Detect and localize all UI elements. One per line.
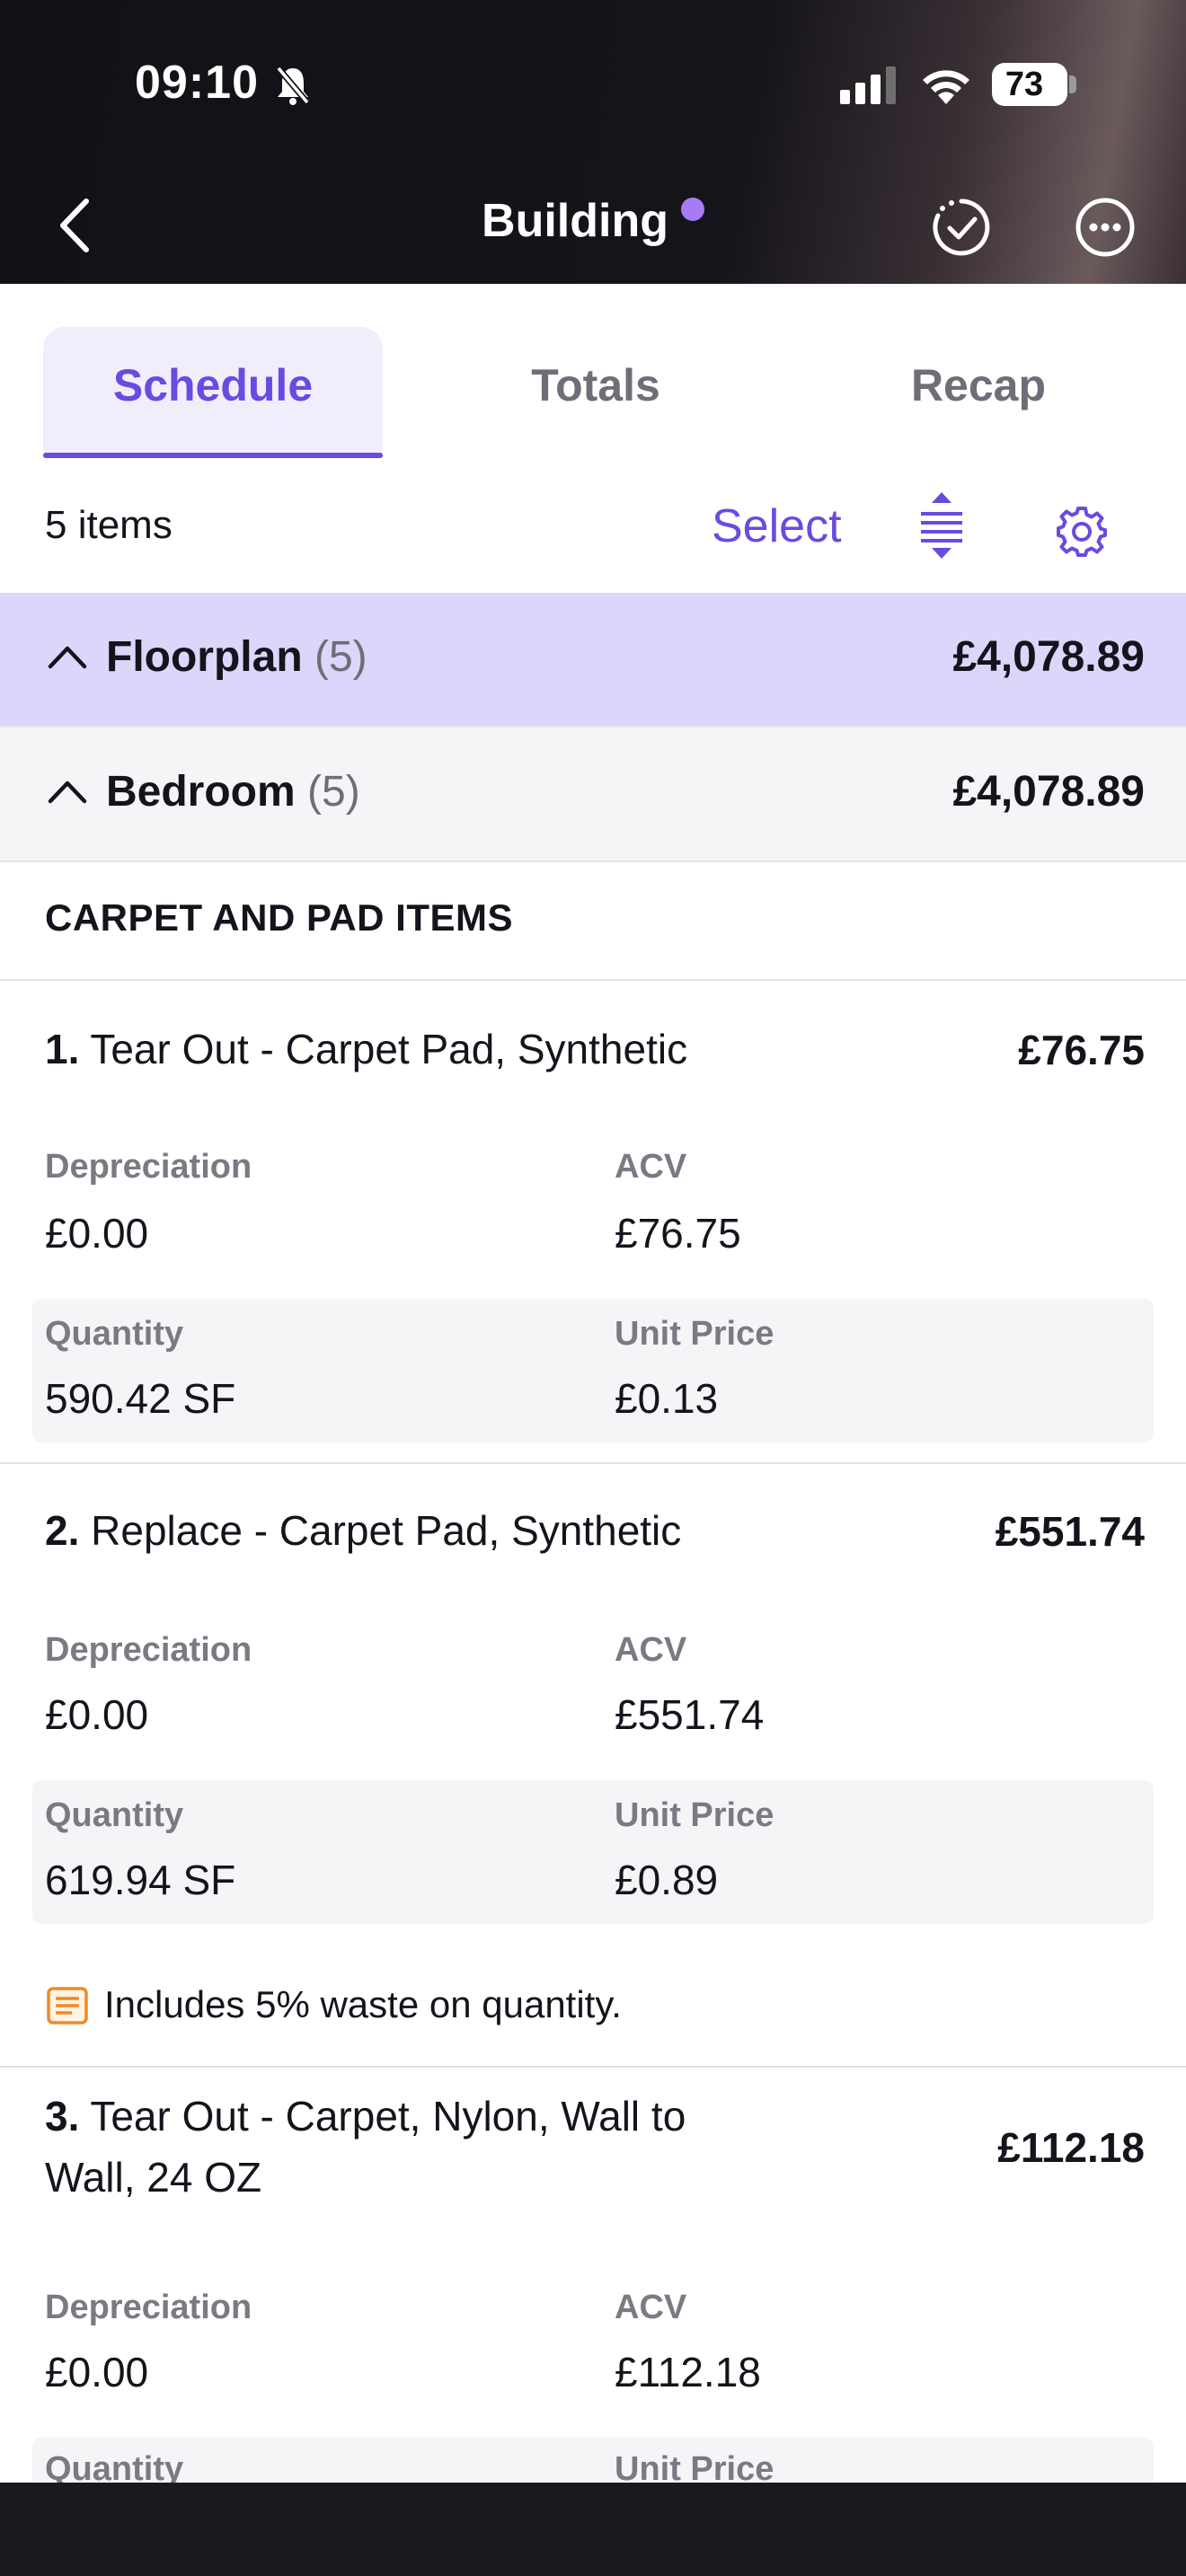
quantity-label: Quantity [45,1796,184,1834]
battery-tip [1069,75,1076,93]
battery-level: 73 [1005,66,1044,103]
unsaved-dot [680,198,704,221]
chevron-up-icon [48,781,87,804]
more-icon[interactable] [1074,196,1137,259]
tab-schedule[interactable]: Schedule [43,327,383,458]
acv-value: £551.74 [615,1691,765,1738]
unit-price-label: Unit Price [615,1796,774,1834]
item-number: 2. [45,1507,80,1554]
sort-icon[interactable] [912,490,971,560]
item-note: Includes 5% waste on quantity. [104,1983,622,2025]
line-item[interactable]: 1. Tear Out - Carpet Pad, Synthetic £76.… [0,981,1186,1462]
acv-label: ACV [615,1148,687,1186]
cellular-signal-icon [840,66,896,104]
quantity-value: 619.94 SF [45,1857,236,1903]
group-count: (5) [307,768,360,816]
item-description: 1. Tear Out - Carpet Pad, Synthetic [45,1019,746,1080]
item-desc-text: Replace - Carpet Pad, Synthetic [91,1507,682,1554]
tab-totals[interactable]: Totals [426,327,766,458]
item-desc-text: Tear Out - Carpet, Nylon, Wall to Wall, … [45,2093,686,2201]
acv-label: ACV [615,1631,687,1669]
note-icon [47,1987,88,2025]
unit-price-value: £0.89 [615,1857,719,1903]
item-number: 3. [45,2093,80,2139]
list-toolbar: 5 items Select [0,458,1186,591]
item-total: £112.18 [997,2124,1145,2171]
bell-slash-icon [276,66,310,105]
acv-value: £76.75 [615,1210,741,1257]
settings-gear-icon[interactable] [1055,505,1109,559]
wifi-icon [923,70,969,104]
line-item[interactable]: 2. Replace - Carpet Pad, Synthetic £551.… [0,1464,1186,2066]
group-title: Floorplan (5) [106,632,367,682]
page-title-text: Building [482,195,668,247]
group-count: (5) [314,633,367,681]
item-desc-text: Tear Out - Carpet Pad, Synthetic [90,1026,688,1072]
status-time: 09:10 [135,57,259,109]
depreciation-value: £0.00 [45,2349,149,2395]
unit-price-label: Unit Price [615,1315,774,1353]
depreciation-label: Depreciation [45,1148,252,1186]
group-total: £4,078.89 [952,768,1145,816]
tab-recap[interactable]: Recap [809,327,1148,458]
item-description: 2. Replace - Carpet Pad, Synthetic [45,1500,746,1561]
items-count: 5 items [45,503,173,547]
select-button[interactable]: Select [712,499,842,553]
sync-check-icon[interactable] [930,196,993,259]
section-header: CARPET AND PAD ITEMS [0,860,1186,981]
depreciation-value: £0.00 [45,1691,149,1738]
page-title: Building [0,194,1186,248]
quantity-value: 590.42 SF [45,1375,236,1422]
depreciation-value: £0.00 [45,1210,149,1257]
tab-bar: Schedule Totals Recap [0,284,1186,460]
quantity-label: Quantity [45,1315,184,1353]
chevron-up-icon [48,646,87,669]
group-name: Floorplan [106,633,303,681]
top-bar: 09:10 73 Building [0,0,1186,284]
line-item[interactable]: 3. Tear Out - Carpet, Nylon, Wall to Wal… [0,2068,1186,2492]
group-row-floorplan[interactable]: Floorplan (5) £4,078.89 [0,593,1186,726]
group-name: Bedroom [106,768,296,816]
acv-value: £112.18 [615,2349,761,2395]
group-total: £4,078.89 [952,633,1145,681]
item-total: £76.75 [1018,1027,1145,1073]
bottom-bar [0,2483,1186,2576]
depreciation-label: Depreciation [45,1631,252,1669]
section-title: CARPET AND PAD ITEMS [45,896,514,939]
unit-price-value: £0.13 [615,1375,719,1422]
group-title: Bedroom (5) [106,767,360,816]
item-number: 1. [45,1026,80,1072]
item-description: 3. Tear Out - Carpet, Nylon, Wall to Wal… [45,2086,746,2208]
item-total: £551.74 [995,1508,1145,1555]
group-row-bedroom[interactable]: Bedroom (5) £4,078.89 [0,726,1186,862]
acv-label: ACV [615,2289,687,2326]
depreciation-label: Depreciation [45,2289,252,2326]
